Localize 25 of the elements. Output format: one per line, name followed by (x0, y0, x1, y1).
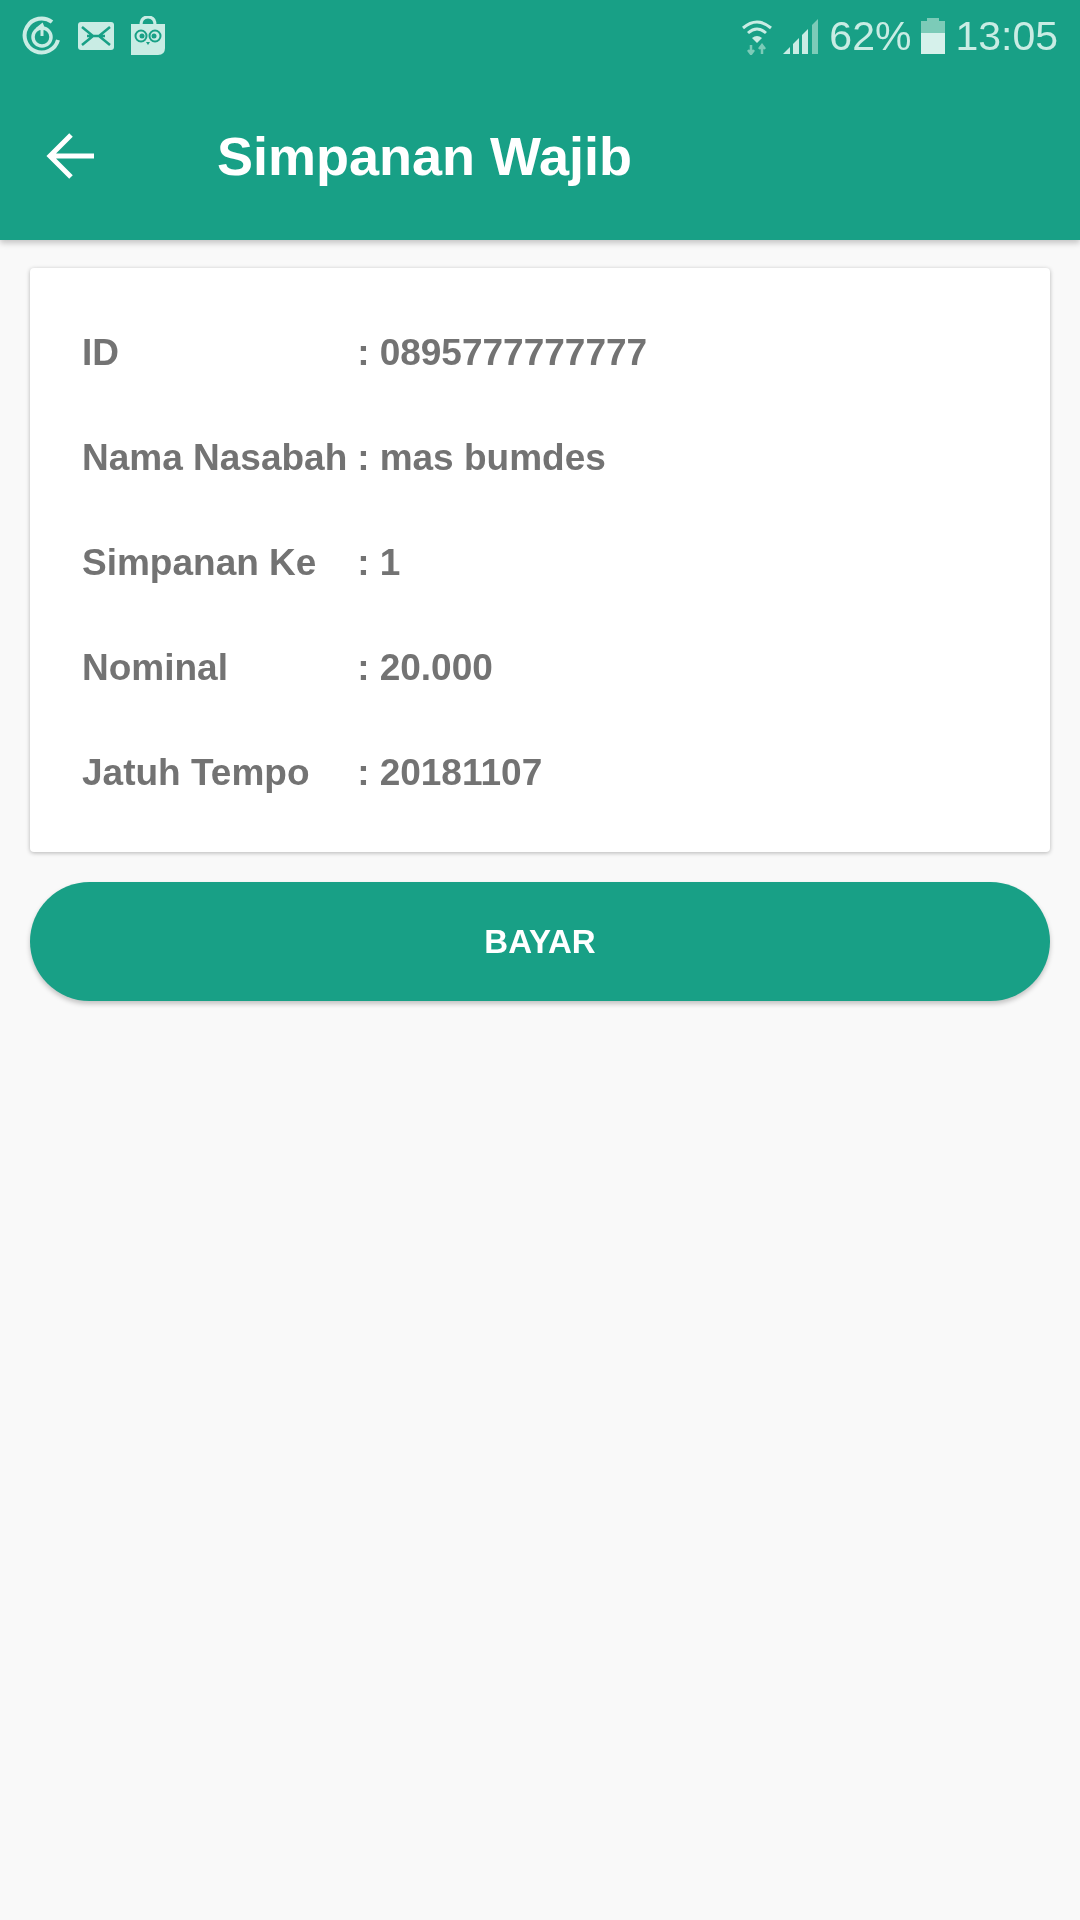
field-value: 0895777777777 (379, 331, 649, 374)
battery-percent: 62% (829, 15, 912, 57)
colon-separator: : (357, 331, 370, 374)
field-value: mas bumdes (379, 436, 607, 479)
wifi-icon (741, 17, 774, 55)
battery-icon (921, 18, 946, 54)
field-label: Nominal (82, 646, 229, 689)
field-label: Nama Nasabah (82, 436, 348, 479)
back-arrow-icon[interactable] (46, 131, 96, 181)
field-value: 20.000 (379, 646, 494, 689)
owl-bag-icon (130, 16, 166, 56)
colon-separator: : (357, 646, 370, 689)
colon-separator: : (357, 541, 370, 584)
mail-icon (78, 22, 114, 50)
signal-icon (783, 18, 820, 54)
field-value: 20181107 (379, 751, 544, 794)
pay-button[interactable]: BAYAR (30, 882, 1050, 1001)
field-value: 1 (379, 541, 402, 584)
field-label: ID (82, 331, 120, 374)
field-label: Jatuh Tempo (82, 751, 311, 794)
field-label: Simpanan Ke (82, 541, 318, 584)
circular-arrow-icon (22, 16, 62, 56)
colon-separator: : (357, 436, 370, 479)
colon-separator: : (357, 751, 370, 794)
clock-time: 13:05 (955, 15, 1058, 57)
